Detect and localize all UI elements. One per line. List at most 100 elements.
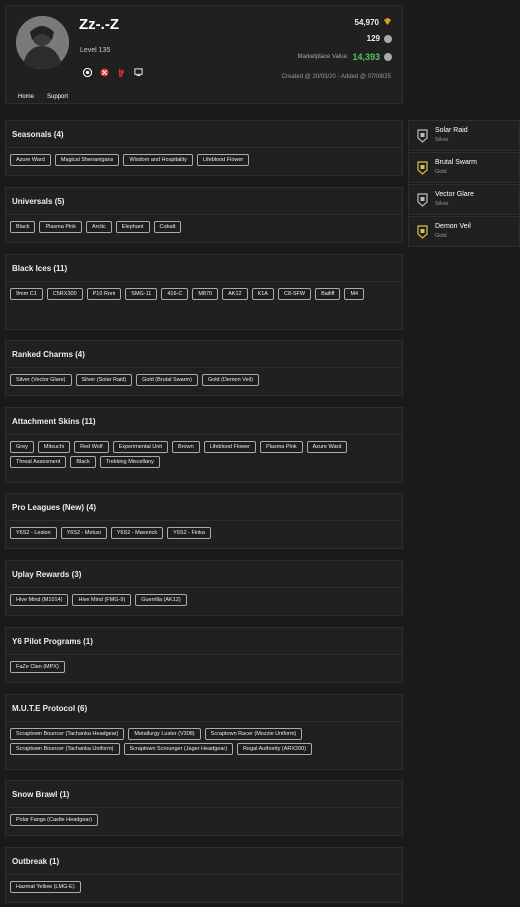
item-tag[interactable]: C8-SFW [277, 288, 312, 300]
item-tag[interactable]: 416-C [161, 288, 189, 300]
item-tag[interactable]: Mitsuchi [37, 441, 71, 453]
charm-name: Demon Veil [435, 223, 471, 230]
item-tag[interactable]: Black [70, 456, 96, 468]
section-attachment-skins: Attachment Skins (11) Grey Mitsuchi Red Wo… [5, 407, 403, 483]
marketplace-value: 14,393 [352, 52, 380, 62]
charm-tier: Silver [435, 201, 449, 207]
item-tag[interactable]: Cobalt [153, 221, 182, 233]
username: Zz-.-Z [79, 16, 119, 33]
renown-icon [384, 34, 392, 43]
item-tag[interactable]: Plasma Pink [260, 441, 303, 453]
item-tag[interactable]: K1A [251, 288, 274, 300]
item-tag[interactable]: Y6S2 - Maverick [110, 527, 164, 539]
item-tag[interactable]: Experimental Unit [112, 441, 169, 453]
charm-card[interactable]: Demon Veil Gold [408, 216, 520, 247]
rank-badge-icon [417, 225, 428, 239]
item-tag[interactable]: Scraptown Scrounger (Jager Headgear) [123, 743, 234, 755]
rank-badge-icon [417, 161, 428, 175]
item-tag[interactable]: Lifeblood Flower [196, 154, 250, 166]
section-outbreak: Outbreak (1) Hazmat Yellow (LMG-E) [5, 847, 403, 903]
item-tag[interactable]: M870 [192, 288, 219, 300]
player-level: Level 135 [80, 47, 111, 54]
charm-tier: Gold [435, 169, 447, 175]
item-tag[interactable]: AK12 [222, 288, 248, 300]
section-title: Outbreak (1) [6, 848, 402, 875]
item-tag[interactable]: Y6S2 - Melusi [60, 527, 107, 539]
item-tag[interactable]: Hive Mind (FMG-9) [72, 594, 132, 606]
item-tag[interactable]: Gold (Demon Veil) [201, 374, 259, 386]
item-tag[interactable]: Azure Ward [10, 154, 51, 166]
item-tag[interactable]: Polar Fangs (Castle Headgear) [10, 814, 99, 826]
item-tag[interactable]: C5RX300 [46, 288, 83, 300]
item-tag[interactable]: Scraptown Bouncer (Tachanka Headgear) [10, 728, 125, 740]
item-tag[interactable]: Regal Authority (ARX200) [237, 743, 313, 755]
item-tag[interactable]: Scraptown Racer (Mozzie Uniform) [204, 728, 303, 740]
charm-card[interactable]: Vector Glare Silver [408, 184, 520, 215]
marketplace-coin-icon [384, 53, 392, 61]
platform-icons [82, 67, 143, 77]
section-title: M.U.T.E Protocol (6) [6, 695, 402, 722]
section-title: Y6 Pilot Programs (1) [6, 628, 402, 655]
tag-list: 9mm C1 C5RX300 P10 Roni SMG-11 416-C M870 AK12… [6, 282, 402, 306]
item-tag[interactable]: Metallurgy Luster (V308) [128, 728, 201, 740]
item-tag[interactable]: Threat Assesment [10, 456, 67, 468]
section-title: Uplay Rewards (3) [6, 561, 402, 588]
item-tag[interactable]: Grey [10, 441, 34, 453]
item-tag[interactable]: FaZe Clan (MPX) [10, 661, 65, 673]
charm-name: Solar Raid [435, 127, 468, 134]
section-pro-leagues: Pro Leagues (New) (4) Y6S2 - Lesion Y6S2 … [5, 493, 403, 549]
item-tag[interactable]: Lifeblood Flower [203, 441, 256, 453]
rank-badge-icon [417, 193, 428, 207]
charm-tier: Silver [435, 137, 449, 143]
item-tag[interactable]: Guerrilla (AK12) [135, 594, 187, 606]
item-tag[interactable]: Black [10, 221, 36, 233]
credits-value: 54,970 [354, 18, 379, 27]
item-tag[interactable]: Scraptown Bouncer (Tachanka Uniform) [10, 743, 120, 755]
section-title: Black Ices (11) [6, 255, 402, 282]
item-tag[interactable]: Arctic [86, 221, 112, 233]
charm-card[interactable]: Solar Raid Silver [408, 120, 520, 151]
tag-list: Grey Mitsuchi Red Wolf Experimental Unit Bro… [6, 435, 402, 474]
section-y6-pilot-programs: Y6 Pilot Programs (1) FaZe Clan (MPX) [5, 627, 403, 683]
tag-list: Silver (Vector Glare) Silver (Solar Raid)… [6, 368, 402, 392]
charm-name: Vector Glare [435, 191, 474, 198]
xbox-icon [99, 67, 109, 77]
item-tag[interactable]: Gold (Brutal Swarm) [136, 374, 198, 386]
item-tag[interactable]: Magical Shenanigans [54, 154, 120, 166]
nav-home-link[interactable]: Home [18, 94, 34, 100]
item-tag[interactable]: Silver (Solar Raid) [75, 374, 133, 386]
item-tag[interactable]: M4 [344, 288, 365, 300]
item-tag[interactable]: Silver (Vector Glare) [10, 374, 72, 386]
item-tag[interactable]: Hive Mind (M1014) [10, 594, 69, 606]
section-title: Universals (5) [6, 188, 402, 215]
item-tag[interactable]: Wisdom and Hospitality [123, 154, 193, 166]
pc-icon [133, 67, 143, 77]
section-black-ices: Black Ices (11) 9mm C1 C5RX300 P10 Roni SMG… [5, 254, 403, 330]
item-tag[interactable]: Brown [172, 441, 200, 453]
item-tag[interactable]: Red Wolf [74, 441, 109, 453]
item-tag[interactable]: Y6S2 - Finka [167, 527, 211, 539]
section-title: Pro Leagues (New) (4) [6, 494, 402, 521]
item-tag[interactable]: Trekking Miscellany [99, 456, 160, 468]
charm-name: Brutal Swarm [435, 159, 478, 166]
tag-list: Scraptown Bouncer (Tachanka Headgear) Met… [6, 722, 402, 761]
item-tag[interactable]: Elephant [115, 221, 150, 233]
marketplace-label: Marketplace Value: [297, 54, 349, 60]
item-tag[interactable]: SMG-11 [125, 288, 158, 300]
item-tag[interactable]: Hazmat Yellow (LMG-E) [10, 881, 81, 893]
rank-badge-icon [417, 129, 428, 143]
section-mute-protocol: M.U.T.E Protocol (6) Scraptown Bouncer (… [5, 694, 403, 770]
item-tag[interactable]: Y6S2 - Lesion [10, 527, 57, 539]
credits-icon [383, 17, 392, 28]
tag-list: Black Plasma Pink Arctic Elephant Cobalt [6, 215, 402, 239]
nav-support-link[interactable]: Support [47, 94, 68, 100]
account-dates: Created @ 20/03/20 - Added @ 07/08/25 [281, 74, 391, 80]
item-tag[interactable]: 9mm C1 [10, 288, 43, 300]
item-tag[interactable]: Azure Ward [306, 441, 348, 453]
section-uplay-rewards: Uplay Rewards (3) Hive Mind (M1014) Hive … [5, 560, 403, 616]
item-tag[interactable]: P10 Roni [86, 288, 122, 300]
tag-list: Y6S2 - Lesion Y6S2 - Melusi Y6S2 - Maveric… [6, 521, 402, 545]
charm-card[interactable]: Brutal Swarm Gold [408, 152, 520, 183]
item-tag[interactable]: Plasma Pink [39, 221, 83, 233]
item-tag[interactable]: Bailiff [315, 288, 341, 300]
